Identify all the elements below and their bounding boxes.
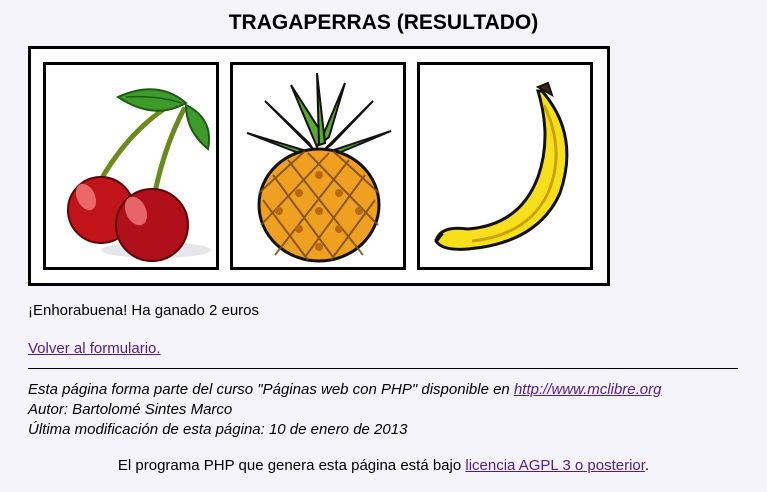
pineapple-icon xyxy=(246,72,392,263)
course-line: Esta página forma parte del curso "Págin… xyxy=(28,380,661,400)
footer: Esta página forma parte del curso "Págin… xyxy=(28,380,661,440)
license-text: El programa PHP que genera esta página e… xyxy=(117,457,466,474)
author-line: Autor: Bartolomé Sintes Marco xyxy=(28,401,233,418)
license-suffix: . xyxy=(644,457,650,474)
license-link[interactable]: licencia AGPL 3 o posterior xyxy=(465,457,645,474)
page-title: TRAGAPERRAS (RESULTADO) xyxy=(228,11,539,34)
reel-1 xyxy=(43,62,219,270)
mclibre-link[interactable]: http://www.mclibre.org xyxy=(514,381,662,398)
slot-machine xyxy=(28,46,610,286)
license-line: El programa PHP que genera esta página e… xyxy=(0,457,767,474)
course-text: Esta página forma parte del curso "Págin… xyxy=(28,381,514,398)
result-message: ¡Enhorabuena! Ha ganado 2 euros xyxy=(28,302,260,319)
footer-divider xyxy=(28,368,738,369)
modified-line: Última modificación de esta página: 10 d… xyxy=(28,421,408,438)
cherries-icon xyxy=(67,88,211,262)
banana-icon xyxy=(434,81,569,251)
reel-3 xyxy=(417,62,593,270)
reel-2 xyxy=(230,62,406,270)
back-to-form-link[interactable]: Volver al formulario. xyxy=(28,340,161,357)
